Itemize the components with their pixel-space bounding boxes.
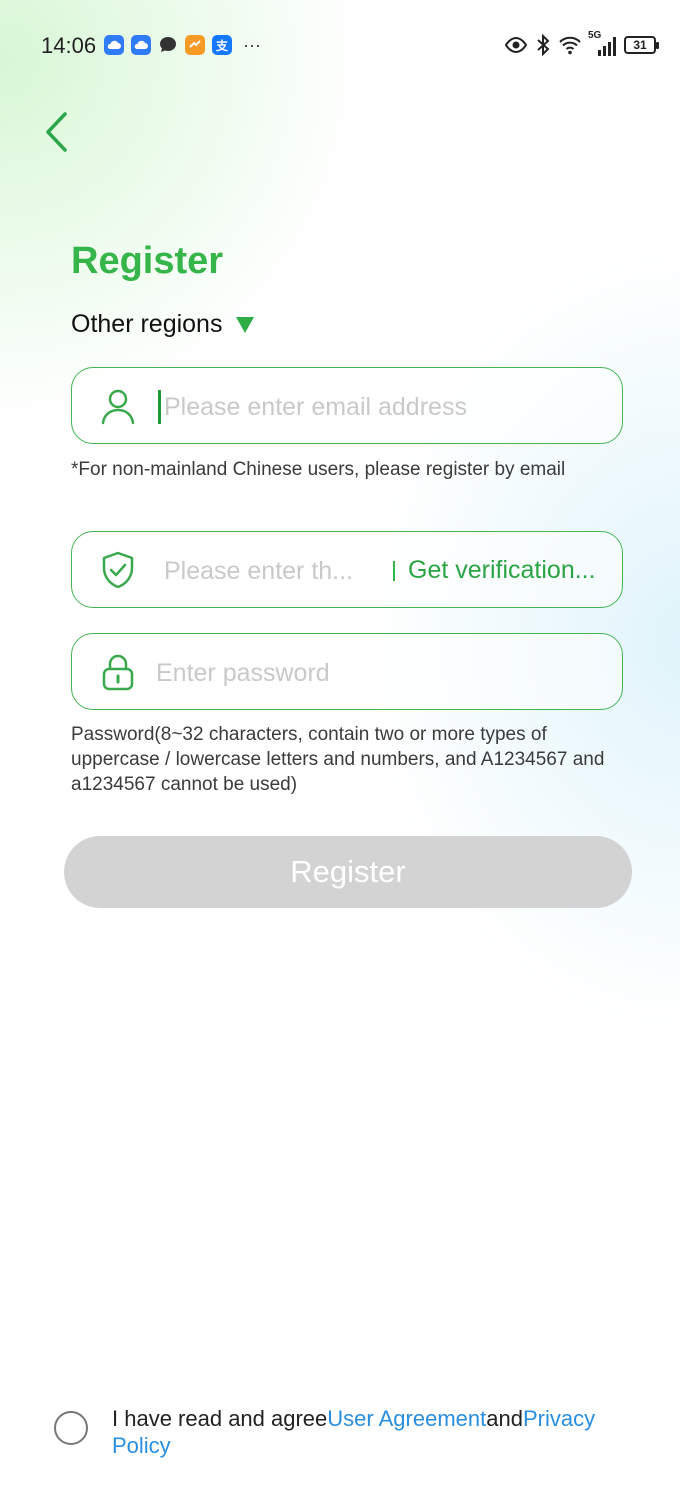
chevron-left-icon xyxy=(46,112,67,152)
shield-check-icon xyxy=(102,551,134,589)
alipay-icon: 支 xyxy=(212,35,232,55)
orange-app-icon xyxy=(185,35,205,55)
email-hint: *For non-mainland Chinese users, please … xyxy=(71,459,566,480)
password-field[interactable] xyxy=(71,633,623,710)
agreement-and: and xyxy=(486,1406,523,1431)
get-verification-code-button[interactable]: Get verification... xyxy=(408,552,614,588)
notification-icons: 支 ··· xyxy=(104,35,261,55)
verification-code-input[interactable] xyxy=(162,552,376,590)
status-bar: 14:06 支 ··· 5G 31 xyxy=(0,0,680,90)
wifi-icon xyxy=(559,36,581,55)
password-hint: Password(8~32 characters, contain two or… xyxy=(71,724,605,795)
user-icon xyxy=(101,389,135,425)
status-time: 14:06 xyxy=(41,33,97,58)
verification-code-field[interactable]: Get verification... xyxy=(71,531,623,608)
back-button[interactable] xyxy=(38,108,78,156)
signal-icon: 5G xyxy=(588,30,616,56)
more-notifications-icon: ··· xyxy=(243,35,261,55)
agreement-prefix: I have read and agree xyxy=(112,1406,328,1431)
user-agreement-link[interactable]: User Agreement xyxy=(327,1406,486,1431)
battery-icon: 31 xyxy=(624,36,659,54)
code-divider xyxy=(393,561,395,581)
password-input[interactable] xyxy=(154,654,598,692)
region-label: Other regions xyxy=(71,310,223,338)
lock-icon xyxy=(102,654,134,691)
agree-checkbox[interactable] xyxy=(54,1411,88,1445)
page-title: Register xyxy=(71,240,224,282)
agreement-text: I have read and agreeUser AgreementandPr… xyxy=(112,1405,652,1459)
cloud-app-icon xyxy=(104,35,124,55)
bluetooth-icon xyxy=(537,34,550,56)
eye-icon xyxy=(504,37,528,53)
triangle-down-icon xyxy=(236,316,255,333)
system-icons: 5G 31 xyxy=(504,30,659,56)
network-type: 5G xyxy=(588,30,602,41)
email-input[interactable] xyxy=(162,388,606,426)
region-selector[interactable]: Other regions xyxy=(71,310,255,339)
register-button[interactable]: Register xyxy=(64,836,632,908)
cloud-app-icon-2 xyxy=(131,35,151,55)
chat-bubble-icon xyxy=(158,35,178,55)
email-field[interactable] xyxy=(71,367,623,444)
text-cursor xyxy=(158,390,161,424)
